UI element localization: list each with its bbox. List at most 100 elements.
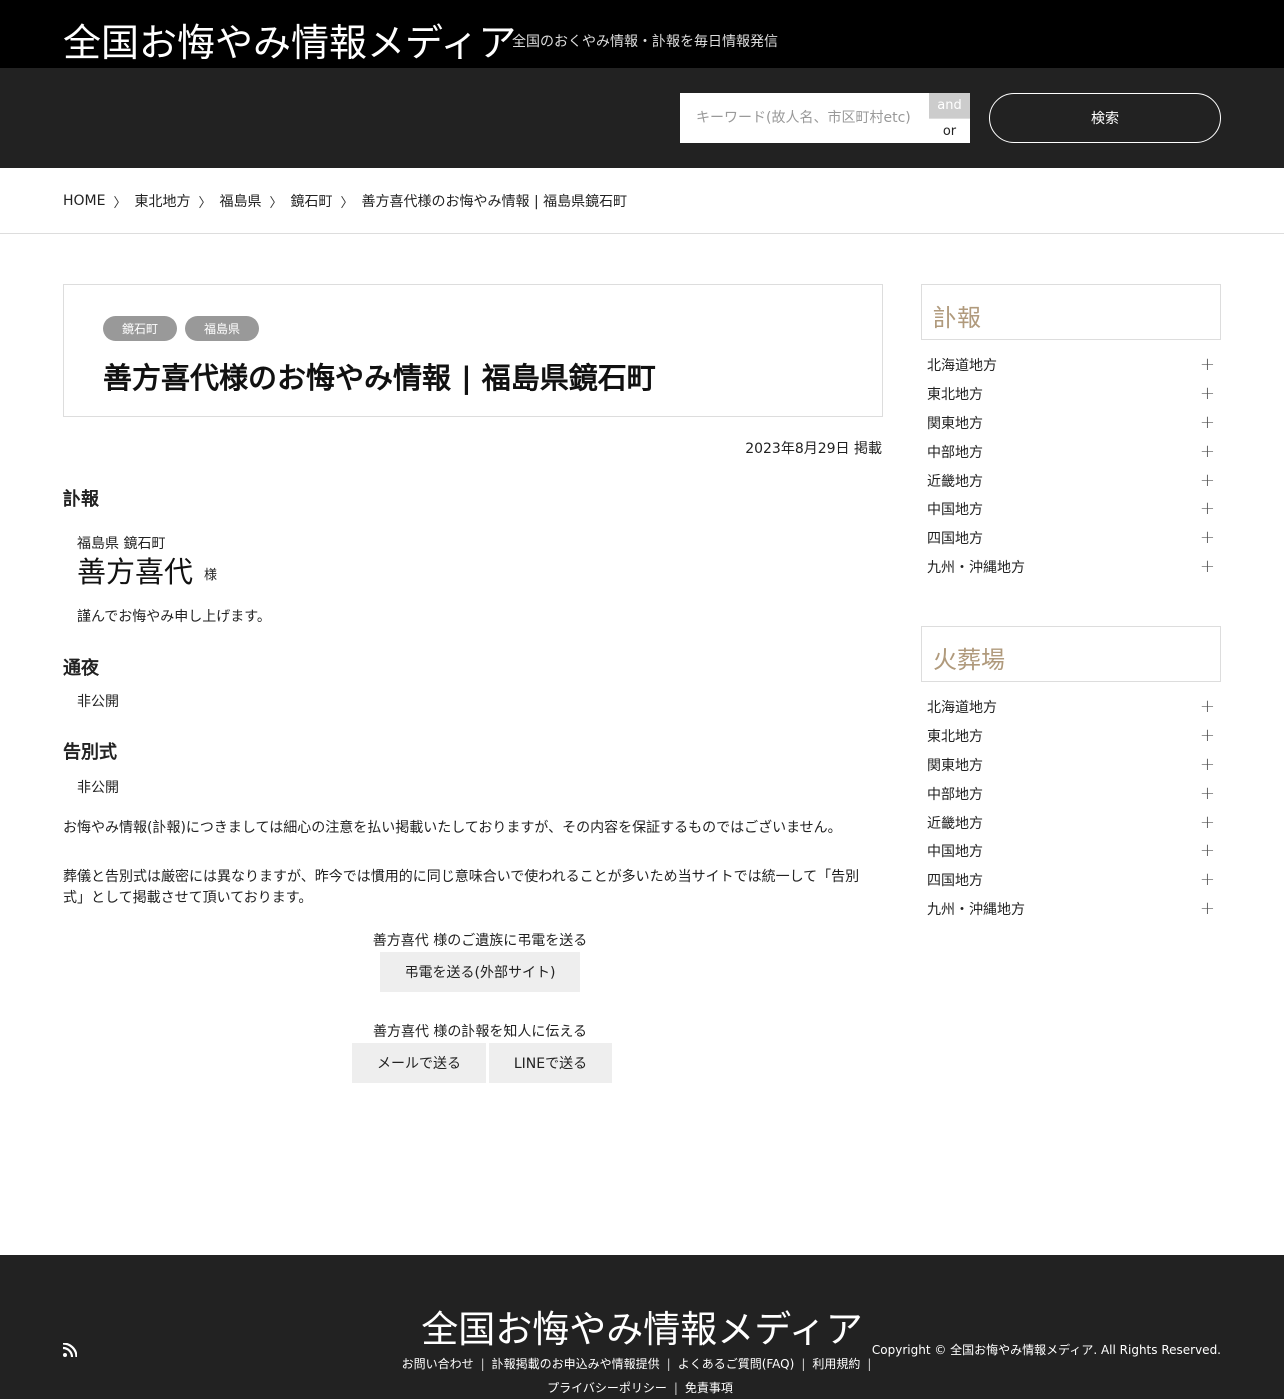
section-heading-tsuya: 通夜	[63, 658, 99, 679]
region-label: 中国地方	[927, 502, 983, 519]
site-tagline: 全国のおくやみ情報・訃報を毎日情報発信	[512, 34, 778, 50]
copyright: Copyright © 全国お悔やみ情報メディア. All Rights Res…	[871, 1343, 1221, 1357]
plus-icon[interactable]: +	[1200, 557, 1215, 576]
region-label: 四国地方	[927, 873, 983, 890]
top-bar: 全国お悔やみ情報メディア 全国のおくやみ情報・訃報を毎日情報発信	[0, 0, 1284, 68]
footer-link-submit[interactable]: 訃報掲載のお申込みや情報提供	[492, 1357, 660, 1371]
tag-prefecture[interactable]: 福島県	[185, 316, 260, 341]
footer-link-privacy[interactable]: プライバシーポリシー	[547, 1381, 667, 1395]
footer-separator: |	[801, 1357, 806, 1371]
page-title: 善方喜代様のお悔やみ情報 | 福島県鏡石町	[103, 361, 656, 395]
deceased-honorific: 様	[204, 568, 218, 583]
disclaimer-notice: お悔やみ情報(訃報)につきましては細心の注意を払い掲載いたしておりますが、その内…	[63, 820, 842, 836]
post-header: 鏡石町 福島県 善方喜代様のお悔やみ情報 | 福島県鏡石町	[63, 284, 883, 417]
region-label: 東北地方	[927, 729, 983, 746]
plus-icon[interactable]: +	[1200, 500, 1215, 518]
breadcrumb-separator: 〉	[113, 195, 127, 211]
footer-link-terms[interactable]: 利用規約	[812, 1357, 860, 1371]
sidebar-fuho-region[interactable]: 北海道地方 +	[921, 351, 1221, 380]
plus-icon[interactable]: +	[1200, 413, 1215, 432]
plus-icon[interactable]: +	[1200, 529, 1215, 547]
send-choden-button[interactable]: 弔電を送る(外部サイト)	[380, 952, 580, 992]
sidebar-fuho-title: 訃報	[933, 304, 981, 332]
region-label: 東北地方	[927, 387, 983, 404]
plus-icon[interactable]: +	[1200, 385, 1215, 403]
search-button[interactable]: 検索	[989, 93, 1221, 143]
plus-icon[interactable]: +	[1200, 899, 1215, 918]
section-heading-fuho: 訃報	[63, 489, 99, 510]
search-mode-and[interactable]: and	[929, 93, 970, 118]
funeral-notice: 葬儀と告別式は厳密には異なりますが、昨今では慣用的に同じ意味合いで使われることが…	[63, 869, 860, 906]
plus-icon[interactable]: +	[1200, 727, 1215, 745]
share-mail-button[interactable]: メールで送る	[352, 1043, 486, 1083]
deceased-name: 善方喜代	[77, 555, 194, 589]
region-label: 北海道地方	[927, 358, 997, 375]
choden-label: 善方喜代 様のご遺族に弔電を送る	[372, 933, 588, 949]
region-label: 九州・沖縄地方	[927, 901, 1025, 918]
region-label: 近畿地方	[927, 815, 983, 832]
region-label: 北海道地方	[927, 700, 997, 717]
sidebar-kasoba-region[interactable]: 中部地方 +	[921, 779, 1221, 808]
region-label: 近畿地方	[927, 473, 983, 490]
plus-icon[interactable]: +	[1200, 442, 1215, 461]
region-label: 中国地方	[927, 844, 983, 861]
sidebar-kasoba-header: 火葬場	[921, 626, 1221, 682]
footer-separator: |	[480, 1357, 485, 1371]
section-heading-kokubetsu: 告別式	[63, 742, 117, 763]
breadcrumb-prefecture[interactable]: 福島県	[220, 191, 262, 211]
sidebar-fuho-region[interactable]: 九州・沖縄地方 +	[921, 553, 1221, 582]
region-label: 九州・沖縄地方	[927, 559, 1025, 576]
region-label: 中部地方	[927, 786, 983, 803]
sidebar-fuho-region[interactable]: 関東地方 +	[921, 409, 1221, 438]
tsuya-value: 非公開	[77, 694, 119, 710]
search-input[interactable]	[680, 93, 929, 143]
region-label: 四国地方	[927, 531, 983, 548]
site-title[interactable]: 全国お悔やみ情報メディア	[63, 12, 516, 67]
region-label: 中部地方	[927, 444, 983, 461]
sidebar-fuho-region[interactable]: 中国地方 +	[921, 495, 1221, 524]
share-line-button[interactable]: LINEで送る	[489, 1043, 612, 1083]
sidebar-kasoba-region[interactable]: 四国地方 +	[921, 866, 1221, 895]
sidebar-kasoba-title: 火葬場	[933, 646, 1005, 674]
condolence-message: 謹んでお悔やみ申し上げます。	[77, 609, 271, 625]
footer-link-disclaimer[interactable]: 免責事項	[685, 1381, 733, 1395]
breadcrumb-region[interactable]: 東北地方	[135, 191, 191, 211]
breadcrumb-separator: 〉	[269, 195, 283, 211]
sidebar-kasoba-region[interactable]: 関東地方 +	[921, 751, 1221, 780]
plus-icon[interactable]: +	[1200, 471, 1215, 490]
plus-icon[interactable]: +	[1200, 356, 1215, 374]
breadcrumb-divider	[0, 233, 1284, 234]
share-label: 善方喜代 様の訃報を知人に伝える	[372, 1024, 588, 1040]
sidebar-fuho-region[interactable]: 四国地方 +	[921, 524, 1221, 553]
tag-town[interactable]: 鏡石町	[103, 316, 178, 341]
breadcrumb-home[interactable]: HOME	[63, 193, 105, 209]
region-label: 関東地方	[927, 415, 983, 432]
sidebar-kasoba-region[interactable]: 近畿地方 +	[921, 808, 1221, 837]
search-mode-or[interactable]: or	[929, 118, 970, 143]
sidebar-kasoba-region[interactable]: 九州・沖縄地方 +	[921, 895, 1221, 924]
plus-icon[interactable]: +	[1200, 784, 1215, 803]
breadcrumb: HOME 〉 東北地方 〉 福島県 〉 鏡石町 〉 善方喜代様のお悔やみ情報 |…	[63, 190, 627, 212]
footer-separator: |	[867, 1357, 872, 1371]
sidebar-fuho-region[interactable]: 東北地方 +	[921, 380, 1221, 409]
breadcrumb-town[interactable]: 鏡石町	[291, 191, 333, 211]
post-date: 2023年8月29日 掲載	[745, 441, 882, 457]
sidebar-kasoba-region[interactable]: 北海道地方 +	[921, 693, 1221, 722]
sidebar-kasoba-region[interactable]: 東北地方 +	[921, 722, 1221, 751]
footer-separator: |	[673, 1381, 678, 1395]
plus-icon[interactable]: +	[1200, 698, 1215, 716]
sidebar-fuho-region[interactable]: 中部地方 +	[921, 437, 1221, 466]
footer-links: お問い合わせ | 訃報掲載のお申込みや情報提供 | よくあるご質問(FAQ) | 利用規約 |…	[390, 1352, 890, 1399]
plus-icon[interactable]: +	[1200, 813, 1215, 832]
plus-icon[interactable]: +	[1200, 871, 1215, 889]
footer-separator: |	[666, 1357, 671, 1371]
footer-link-faq[interactable]: よくあるご質問(FAQ)	[678, 1357, 795, 1371]
plus-icon[interactable]: +	[1200, 842, 1215, 860]
breadcrumb-separator: 〉	[198, 195, 212, 211]
breadcrumb-current: 善方喜代様のお悔やみ情報 | 福島県鏡石町	[361, 194, 628, 210]
sidebar-kasoba-region[interactable]: 中国地方 +	[921, 837, 1221, 866]
plus-icon[interactable]: +	[1200, 755, 1215, 774]
site-footer: 全国お悔やみ情報メディア お問い合わせ | 訃報掲載のお申込みや情報提供 | よくあるご…	[0, 1255, 1284, 1399]
sidebar-fuho-region[interactable]: 近畿地方 +	[921, 466, 1221, 495]
footer-link-contact[interactable]: お問い合わせ	[402, 1357, 474, 1371]
